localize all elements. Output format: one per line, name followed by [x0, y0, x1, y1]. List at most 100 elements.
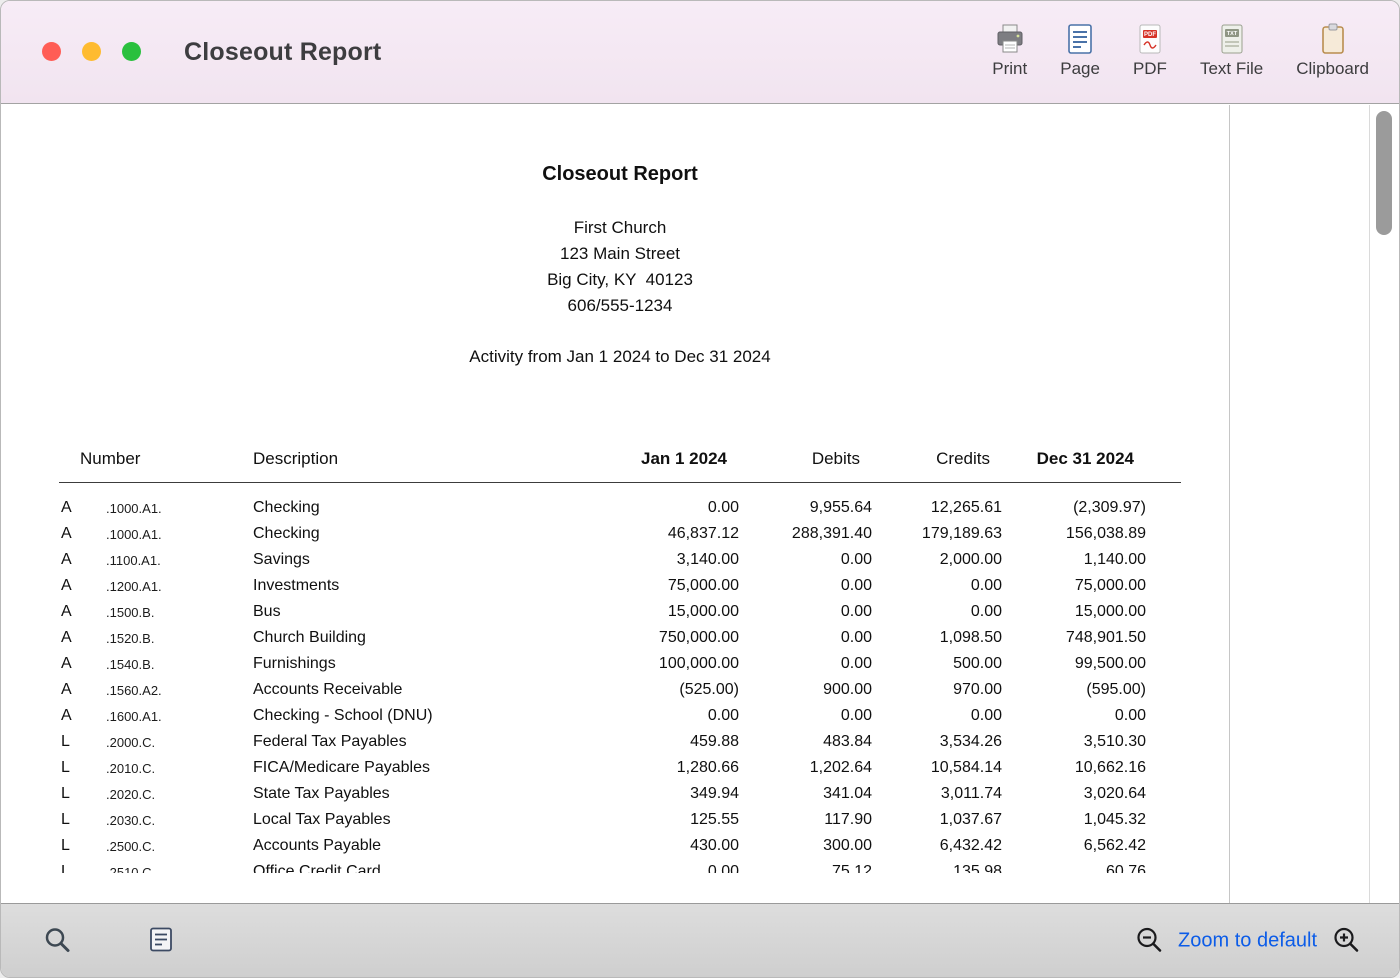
account-type: L	[59, 837, 106, 855]
account-type: A	[59, 603, 106, 621]
account-description: Federal Tax Payables	[253, 733, 614, 751]
end-balance: 6,562.42	[1002, 837, 1146, 855]
account-number: .2020.C.	[106, 787, 253, 802]
credits-amount: 6,432.42	[872, 837, 1002, 855]
credits-amount: 179,189.63	[872, 525, 1002, 543]
account-number: .1540.B.	[106, 657, 253, 672]
account-number: .1000.A1.	[106, 527, 253, 542]
account-type: L	[59, 811, 106, 829]
organization-address: First Church 123 Main Street Big City, K…	[59, 215, 1181, 319]
account-number: .2510.C.	[106, 865, 253, 874]
table-row: A .1000.A1. Checking 46,837.12 288,391.4…	[59, 521, 1181, 547]
titlebar: Closeout Report Print	[1, 1, 1399, 104]
debits-amount: 0.00	[739, 707, 872, 725]
pdf-button-label: PDF	[1133, 59, 1167, 79]
credits-amount: 3,534.26	[872, 733, 1002, 751]
zoom-to-default-button[interactable]: Zoom to default	[1178, 929, 1317, 952]
search-button[interactable]	[42, 924, 72, 957]
account-type: A	[59, 681, 106, 699]
begin-balance: 125.55	[614, 811, 739, 829]
begin-balance: 100,000.00	[614, 655, 739, 673]
table-row: L .2510.C. Office Credit Card 0.00 75.12…	[59, 859, 1181, 873]
begin-balance: 459.88	[614, 733, 739, 751]
zoom-window-button[interactable]	[122, 42, 141, 61]
table-row: A .1200.A1. Investments 75,000.00 0.00 0…	[59, 573, 1181, 599]
window-controls	[42, 42, 141, 61]
printer-icon	[993, 22, 1027, 56]
report-title: Closeout Report	[59, 163, 1181, 186]
search-icon	[42, 942, 72, 957]
debits-amount: 75.12	[739, 863, 872, 873]
account-number: .1000.A1.	[106, 501, 253, 516]
end-balance: 10,662.16	[1002, 759, 1146, 777]
account-type: A	[59, 499, 106, 517]
debits-amount: 341.04	[739, 785, 872, 803]
account-type: L	[59, 733, 106, 751]
begin-balance: 0.00	[614, 863, 739, 873]
begin-balance: 750,000.00	[614, 629, 739, 647]
org-phone: 606/555-1234	[59, 293, 1181, 319]
account-description: Checking	[253, 499, 614, 517]
page-layout-button[interactable]	[146, 924, 176, 957]
account-description: State Tax Payables	[253, 785, 614, 803]
org-street: 123 Main Street	[59, 241, 1181, 267]
header-rule	[59, 482, 1181, 483]
account-description: Office Credit Card	[253, 863, 614, 873]
end-balance: 0.00	[1002, 707, 1146, 725]
page-button-label: Page	[1060, 59, 1100, 79]
end-balance: 60.76	[1002, 863, 1146, 873]
debits-amount: 0.00	[739, 655, 872, 673]
document-icon	[146, 942, 176, 957]
close-window-button[interactable]	[42, 42, 61, 61]
zoom-out-button[interactable]	[1134, 924, 1164, 957]
credits-amount: 12,265.61	[872, 499, 1002, 517]
account-type: L	[59, 759, 106, 777]
begin-balance: 15,000.00	[614, 603, 739, 621]
begin-balance: 1,280.66	[614, 759, 739, 777]
activity-range: Activity from Jan 1 2024 to Dec 31 2024	[59, 347, 1181, 367]
clipboard-button[interactable]: Clipboard	[1296, 22, 1369, 79]
table-row: A .1100.A1. Savings 3,140.00 0.00 2,000.…	[59, 547, 1181, 573]
begin-balance: 430.00	[614, 837, 739, 855]
account-type: A	[59, 707, 106, 725]
account-type: L	[59, 785, 106, 803]
account-description: Church Building	[253, 629, 614, 647]
minimize-window-button[interactable]	[82, 42, 101, 61]
account-number: .2500.C.	[106, 839, 253, 854]
debits-amount: 900.00	[739, 681, 872, 699]
account-number: .1520.B.	[106, 631, 253, 646]
end-balance: 3,020.64	[1002, 785, 1146, 803]
account-number: .1560.A2.	[106, 683, 253, 698]
page-button[interactable]: Page	[1060, 22, 1100, 79]
end-balance: 15,000.00	[1002, 603, 1146, 621]
debits-amount: 0.00	[739, 629, 872, 647]
account-type: L	[59, 863, 106, 873]
account-number: .2010.C.	[106, 761, 253, 776]
credits-amount: 0.00	[872, 577, 1002, 595]
org-name: First Church	[59, 215, 1181, 241]
account-number: .1200.A1.	[106, 579, 253, 594]
debits-amount: 300.00	[739, 837, 872, 855]
pdf-button[interactable]: PDF PDF	[1133, 22, 1167, 79]
account-type: A	[59, 655, 106, 673]
scrollbar-thumb[interactable]	[1376, 111, 1392, 235]
vertical-scrollbar[interactable]	[1369, 105, 1399, 903]
header-begin-date: Jan 1 2024	[614, 449, 739, 469]
svg-text:PDF: PDF	[1144, 32, 1156, 38]
text-file-button[interactable]: TXT Text File	[1200, 22, 1263, 79]
table-row: A .1520.B. Church Building 750,000.00 0.…	[59, 625, 1181, 651]
table-row: L .2010.C. FICA/Medicare Payables 1,280.…	[59, 755, 1181, 781]
table-row: A .1000.A1. Checking 0.00 9,955.64 12,26…	[59, 495, 1181, 521]
print-button[interactable]: Print	[992, 22, 1027, 79]
zoom-in-button[interactable]	[1331, 924, 1361, 957]
begin-balance: 0.00	[614, 499, 739, 517]
account-description: Local Tax Payables	[253, 811, 614, 829]
credits-amount: 2,000.00	[872, 551, 1002, 569]
debits-amount: 483.84	[739, 733, 872, 751]
account-number: .1100.A1.	[106, 553, 253, 568]
account-description: Investments	[253, 577, 614, 595]
window-title: Closeout Report	[184, 38, 381, 67]
report-viewport: Closeout Report First Church 123 Main St…	[1, 105, 1399, 903]
credits-amount: 3,011.74	[872, 785, 1002, 803]
report-table-header: Number Description Jan 1 2024 Debits Cre…	[59, 446, 1181, 472]
